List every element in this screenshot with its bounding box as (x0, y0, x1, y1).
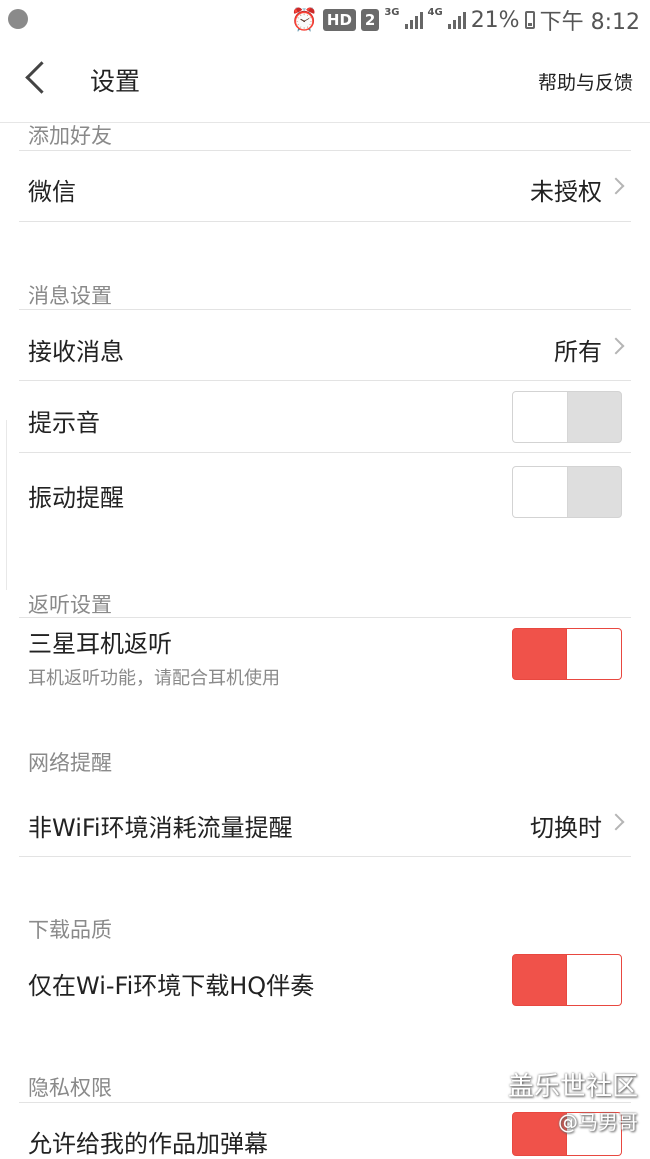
signal-bars-icon-2 (447, 11, 466, 29)
divider (19, 150, 631, 151)
row-wechat-label: 微信 (28, 178, 76, 206)
battery-icon (524, 11, 535, 29)
divider (19, 221, 631, 222)
watermark-user: @马男哥 (558, 1110, 638, 1134)
row-non-wifi-value: 切换时 (530, 814, 602, 842)
back-arrow-icon[interactable] (25, 61, 58, 94)
edge-scroll-hint (0, 420, 7, 590)
section-title-monitor: 返听设置 (28, 593, 112, 617)
toggle-knob (513, 392, 568, 442)
network-3g-label: 3G (384, 6, 400, 18)
section-title-message: 消息设置 (28, 284, 112, 308)
chevron-right-icon (607, 813, 625, 831)
divider (19, 452, 631, 453)
row-sound-label: 提示音 (28, 409, 100, 437)
network-4g-label: 4G (427, 6, 443, 18)
row-non-wifi-label: 非WiFi环境消耗流量提醒 (28, 814, 293, 842)
divider (19, 617, 631, 618)
app-notification-icon (8, 9, 28, 29)
chevron-right-icon (607, 177, 625, 195)
sim-badge: 2 (360, 9, 380, 31)
vibrate-toggle[interactable] (512, 466, 622, 518)
toggle-knob (513, 467, 568, 517)
samsung-monitor-toggle[interactable] (512, 628, 622, 680)
row-receive-value: 所有 (554, 338, 602, 366)
chevron-right-icon (607, 337, 625, 355)
row-samsung-monitor-subtitle: 耳机返听功能，请配合耳机使用 (28, 668, 280, 689)
section-title-network: 网络提醒 (28, 751, 112, 775)
toggle-knob (566, 629, 621, 679)
app-header: 设置 帮助与反馈 (0, 40, 650, 123)
hd-badge: HD (322, 9, 356, 31)
hq-download-toggle[interactable] (512, 954, 622, 1006)
sound-toggle[interactable] (512, 391, 622, 443)
row-danmaku-label: 允许给我的作品加弹幕 (28, 1130, 268, 1158)
help-feedback-link[interactable]: 帮助与反馈 (538, 68, 633, 95)
row-wechat-value: 未授权 (530, 178, 602, 206)
signal-bars-icon (404, 11, 423, 29)
divider (19, 380, 631, 381)
row-vibrate-label: 振动提醒 (28, 484, 124, 512)
page-title: 设置 (90, 67, 141, 96)
battery-percent: 21% (470, 7, 520, 33)
status-icons: ⏰ HD 2 3G 4G 21% 下午 8:12 (290, 0, 640, 40)
divider (19, 309, 631, 310)
section-title-download: 下载品质 (28, 918, 112, 942)
status-bar: ⏰ HD 2 3G 4G 21% 下午 8:12 (0, 0, 650, 40)
watermark-site: 盖乐世社区 (507, 1072, 638, 1102)
toggle-knob (566, 955, 621, 1005)
row-hq-download-label: 仅在Wi-Fi环境下载HQ伴奏 (28, 972, 315, 1000)
section-title-privacy: 隐私权限 (28, 1076, 112, 1100)
row-samsung-monitor-label: 三星耳机返听 (28, 630, 172, 658)
divider (19, 856, 631, 857)
clock: 下午 8:12 (539, 10, 640, 35)
row-receive-label: 接收消息 (28, 338, 124, 366)
section-title-add-friends: 添加好友 (28, 124, 112, 148)
alarm-icon: ⏰ (290, 7, 318, 33)
